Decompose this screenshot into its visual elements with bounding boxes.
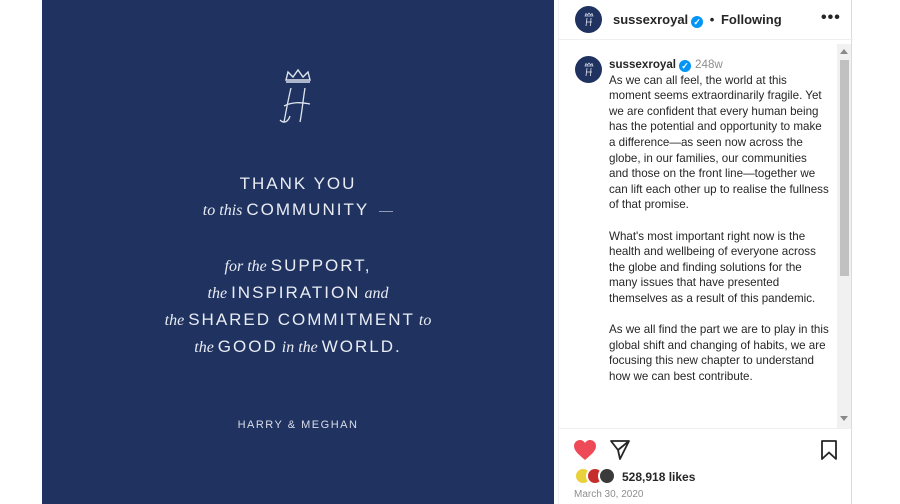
caption-paragraph-3: As we all find the part we are to play i… bbox=[609, 323, 829, 383]
line2-serif: to this bbox=[202, 202, 243, 219]
post-date[interactable]: March 30, 2020 bbox=[574, 489, 644, 500]
header-user-line: sussexroyal ✓ • Following bbox=[613, 12, 782, 28]
line4-serif-a: the bbox=[207, 285, 228, 302]
inspiration-text: INSPIRATION bbox=[231, 283, 361, 302]
thank-you-text: THANK YOU bbox=[239, 174, 357, 193]
post-header: sussexroyal ✓ • Following ••• bbox=[559, 0, 853, 40]
post-side-panel: sussexroyal ✓ • Following ••• sussexroyal… bbox=[558, 0, 853, 504]
scroll-up-arrow-icon[interactable] bbox=[840, 49, 848, 54]
support-text: SUPPORT, bbox=[270, 256, 372, 275]
likes-count[interactable]: 528,918 likes bbox=[622, 470, 695, 484]
decorative-dash bbox=[379, 210, 394, 212]
line6-serif-a: the bbox=[194, 339, 214, 356]
monogram-avatar-icon bbox=[583, 61, 594, 76]
caption-meta: sussexroyal ✓ 248w bbox=[609, 57, 829, 73]
line5-serif-a: the bbox=[164, 312, 185, 329]
signature-text: HARRY & MEGHAN bbox=[237, 419, 359, 431]
line4-serif-c: and bbox=[364, 285, 389, 302]
caption-paragraph-1: As we can all feel, the world at this mo… bbox=[609, 73, 829, 212]
caption-timestamp[interactable]: 248w bbox=[695, 58, 723, 71]
scrollbar-thumb[interactable] bbox=[840, 60, 849, 276]
liker-avatar bbox=[598, 467, 616, 485]
world-text: WORLD. bbox=[321, 337, 402, 356]
good-text: GOOD bbox=[217, 337, 278, 356]
image-signature-line: HARRY & MEGHAN bbox=[42, 415, 554, 433]
caption-scrollbar[interactable] bbox=[837, 44, 851, 428]
caption-paragraph-2: What's most important right now is the h… bbox=[609, 229, 816, 305]
liker-avatars[interactable] bbox=[574, 467, 624, 485]
header-separator: • bbox=[709, 12, 715, 27]
crowned-h-monogram-icon bbox=[279, 68, 311, 123]
monogram-avatar-icon bbox=[583, 11, 594, 26]
header-username-link[interactable]: sussexroyal bbox=[613, 12, 688, 27]
post-actions: 528,918 likes March 30, 2020 bbox=[559, 428, 853, 504]
image-text-line-3: for the SUPPORT, bbox=[42, 256, 554, 276]
scroll-down-arrow-icon[interactable] bbox=[840, 416, 848, 421]
more-options-icon[interactable]: ••• bbox=[821, 9, 841, 27]
following-button[interactable]: Following bbox=[721, 12, 782, 27]
share-icon[interactable] bbox=[609, 439, 631, 461]
caption-scroll-area[interactable]: sussexroyal ✓ 248w As we can all feel, the… bbox=[559, 44, 853, 428]
image-text-line-6: the GOOD in the WORLD. bbox=[42, 337, 554, 357]
image-text-line-4: the INSPIRATION and bbox=[42, 283, 554, 303]
caption-text: sussexroyal ✓ 248w As we can all feel, the… bbox=[609, 57, 829, 400]
verified-badge-icon: ✓ bbox=[691, 16, 704, 28]
image-text-line-5: the SHARED COMMITMENT to bbox=[42, 310, 554, 330]
image-text-line-1: THANK YOU bbox=[42, 174, 554, 194]
line5-serif-c: to bbox=[418, 312, 432, 329]
shared-commitment-text: SHARED COMMITMENT bbox=[188, 310, 415, 329]
line3-serif: for the bbox=[224, 258, 267, 275]
caption-username-link[interactable]: sussexroyal bbox=[609, 58, 676, 71]
heart-icon[interactable] bbox=[573, 439, 597, 461]
community-text: COMMUNITY bbox=[246, 200, 370, 219]
image-text-line-2: to this COMMUNITY bbox=[42, 200, 554, 220]
bookmark-icon[interactable] bbox=[819, 439, 839, 461]
verified-badge-icon: ✓ bbox=[679, 60, 692, 72]
instagram-post-view: THANK YOU to this COMMUNITY for the SUPP… bbox=[0, 0, 900, 504]
caption-avatar[interactable] bbox=[575, 56, 602, 83]
post-image[interactable]: THANK YOU to this COMMUNITY for the SUPP… bbox=[42, 0, 554, 504]
line6-serif-c: in the bbox=[281, 339, 318, 356]
avatar[interactable] bbox=[575, 6, 602, 33]
